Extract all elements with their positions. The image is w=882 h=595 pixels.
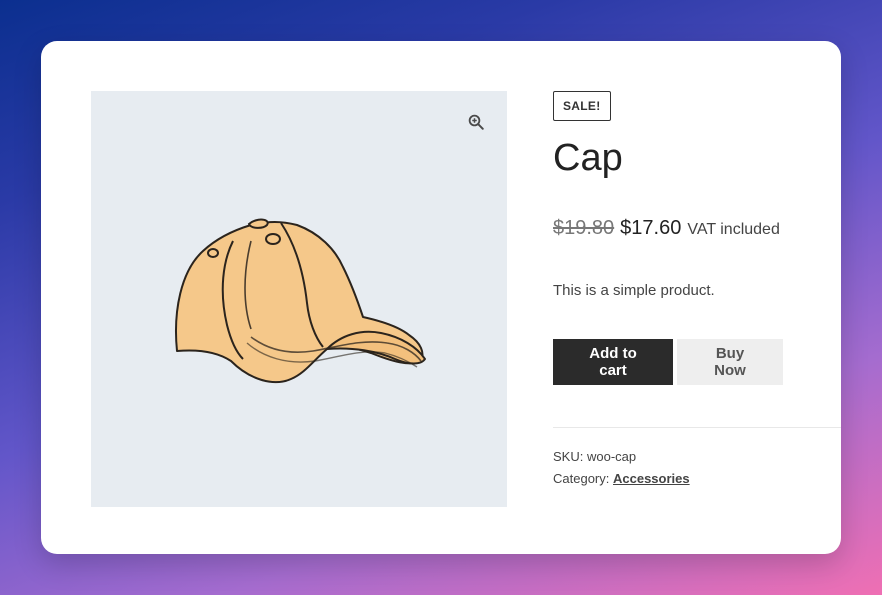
price-old: $19.80 [553, 217, 615, 239]
sku-row: SKU: woo-cap [553, 446, 841, 468]
sale-badge: SALE! [553, 91, 611, 121]
product-gallery [91, 91, 507, 507]
zoom-in-icon [468, 114, 484, 130]
product-card: SALE! Cap $19.80 $17.60 VAT included Thi… [41, 41, 841, 554]
category-link[interactable]: Accessories [613, 471, 690, 486]
product-image-cap[interactable] [91, 91, 507, 507]
add-to-cart-button[interactable]: Add to cart [553, 339, 673, 385]
price-new: $17.60 [620, 217, 682, 239]
product-meta: SKU: woo-cap Category: Accessories [553, 446, 841, 490]
product-summary: SALE! Cap $19.80 $17.60 VAT included Thi… [553, 91, 841, 490]
category-row: Category: Accessories [553, 468, 841, 490]
product-actions: Add to cart Buy Now [553, 339, 841, 385]
price-suffix: VAT included [687, 221, 780, 238]
divider [553, 427, 841, 428]
product-description: This is a simple product. [553, 282, 715, 299]
product-price: $19.80 $17.60 VAT included [553, 217, 841, 240]
buy-now-button[interactable]: Buy Now [677, 339, 783, 385]
product-title: Cap [553, 137, 623, 179]
sku-value: woo-cap [586, 449, 637, 464]
zoom-button[interactable] [461, 107, 491, 137]
category-label: Category: [553, 471, 610, 486]
sku-label: SKU: [553, 449, 584, 464]
